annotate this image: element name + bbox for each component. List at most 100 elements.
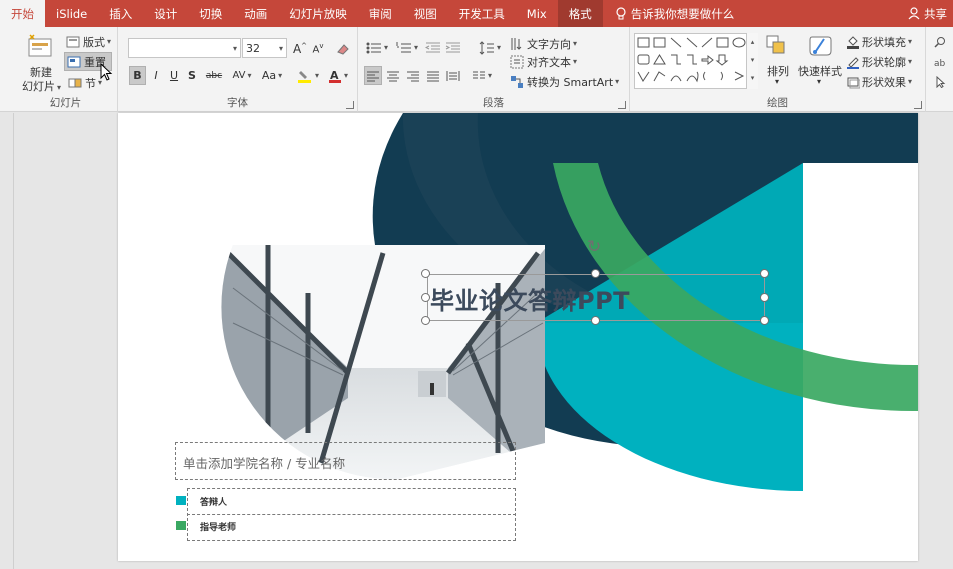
align-right-button[interactable] [404,66,422,85]
select-arrow-icon [936,75,946,88]
text-direction-button[interactable]: 文字方向 ▾ [510,34,582,53]
shapes-gallery[interactable] [634,33,758,89]
font-name-combo[interactable]: ▾ [128,38,241,58]
numbering-icon [396,41,411,52]
tab-transitions[interactable]: 切换 [188,0,233,27]
tab-review[interactable]: 审阅 [358,0,403,27]
presenter-bullet-square [176,496,186,505]
align-left-icon [367,71,379,81]
highlight-button[interactable]: ▾ [294,66,322,85]
new-slide-label-2: 幻灯片 ▾ [22,80,62,93]
shape-fill-button[interactable]: 形状填充 ▾ [846,32,924,51]
mouse-cursor-icon [100,63,113,81]
quick-styles-button[interactable] [806,33,834,64]
tab-view[interactable]: 视图 [403,0,448,27]
align-left-button[interactable] [364,66,382,85]
align-text-button[interactable]: 对齐文本 ▾ [510,52,582,71]
presenter-label[interactable]: 答辩人 [200,495,227,508]
resize-handle-top-left[interactable] [421,269,430,278]
italic-button[interactable]: I [148,66,164,85]
distributed-button[interactable] [444,66,462,85]
font-size-combo[interactable]: 32 ▾ [242,38,287,58]
group-label-slides: 幻灯片 [49,97,82,109]
numbering-button[interactable]: ▾ [394,38,420,57]
align-center-button[interactable] [384,66,402,85]
decrease-indent-icon [425,42,440,52]
drawing-dialog-launcher[interactable] [914,101,922,109]
resize-handle-top-right[interactable] [760,269,769,278]
tab-home[interactable]: 开始 [0,0,45,27]
advisor-label[interactable]: 指导老师 [200,520,236,533]
find-button[interactable] [930,32,950,51]
new-slide-icon [28,34,52,57]
convert-smartart-button[interactable]: 转换为 SmartArt ▾ [510,72,622,91]
slide-canvas[interactable]: 毕业论文答辩PPT ↻ 单击添加学院名称 / 专业名称 答辩人 指导老师 [118,113,918,561]
line-spacing-button[interactable]: ▾ [476,38,504,57]
resize-handle-bottom-left[interactable] [421,316,430,325]
share-button[interactable]: 共享 [908,0,947,27]
tab-design[interactable]: 设计 [143,0,188,27]
tab-mix[interactable]: Mix [516,0,558,27]
resize-handle-bottom[interactable] [591,316,600,325]
slide-subtitle[interactable]: 单击添加学院名称 / 专业名称 [183,453,345,472]
shape-effects-icon [847,77,860,88]
resize-handle-top[interactable] [591,269,600,278]
search-icon [934,36,945,48]
replace-icon: ab [934,59,946,68]
replace-button[interactable]: ab [930,52,950,71]
char-spacing-label: AV [232,70,246,81]
grow-font-button[interactable]: A^ [292,39,308,58]
change-case-button[interactable]: Aa ▾ [258,66,286,85]
bullets-button[interactable]: ▾ [364,38,390,57]
shape-outline-button[interactable]: 形状轮廓 ▾ [846,52,924,71]
underline-button[interactable]: U [166,66,182,85]
arrange-dropdown[interactable]: ▾ [775,77,779,86]
quick-styles-dropdown[interactable]: ▾ [817,77,821,86]
section-label: 节 [85,76,96,90]
shrink-font-button[interactable]: Av [310,39,326,58]
paragraph-dialog-launcher[interactable] [618,101,626,109]
clear-format-button[interactable] [334,39,352,58]
columns-button[interactable]: ▾ [468,66,496,85]
tab-slideshow[interactable]: 幻灯片放映 [278,0,358,27]
person-icon [908,7,920,20]
tab-developer[interactable]: 开发工具 [448,0,516,27]
underline-label: U [169,69,179,82]
advisor-bullet-square [176,521,186,530]
tab-animations[interactable]: 动画 [233,0,278,27]
bold-label: B [133,69,142,82]
shadow-button[interactable]: S [184,66,200,85]
tell-me-box[interactable]: 告诉我你想要做什么 [615,0,735,27]
font-color-button[interactable]: A ▾ [324,66,352,85]
align-text-label: 对齐文本 [527,55,571,69]
tab-islide[interactable]: iSlide [45,0,98,27]
text-direction-icon [511,37,522,50]
char-spacing-button[interactable]: AV ▾ [228,66,256,85]
tell-me-text: 告诉我你想要做什么 [630,6,735,21]
increase-indent-button[interactable] [444,38,462,57]
arrange-button[interactable] [766,35,788,62]
resize-handle-bottom-right[interactable] [760,316,769,325]
font-dialog-launcher[interactable] [346,101,354,109]
shape-effects-button[interactable]: 形状效果 ▾ [846,72,924,91]
layout-button[interactable]: 版式 ▾ [66,32,116,51]
select-button[interactable] [930,72,950,91]
tab-format[interactable]: 格式 [557,0,603,27]
arrange-icon [766,35,785,54]
decrease-indent-button[interactable] [424,38,442,57]
resize-handle-right[interactable] [760,293,769,302]
bold-button[interactable]: B [129,66,146,85]
grow-font-icon: A^ [292,41,308,56]
rotate-handle-icon[interactable]: ↻ [587,237,601,257]
distributed-icon [446,70,460,81]
justify-button[interactable] [424,66,442,85]
new-slide-button[interactable] [26,33,54,64]
shapes-gallery-scroll[interactable]: ▴ ▾ ▾ [746,33,758,89]
italic-label: I [154,69,158,82]
quick-styles-icon [809,36,832,56]
thumbnail-pane-edge[interactable] [0,113,14,569]
slide-title[interactable]: 毕业论文答辩PPT [430,281,630,316]
tab-insert[interactable]: 插入 [98,0,143,27]
resize-handle-left[interactable] [421,293,430,302]
strikethrough-button[interactable]: abc [202,66,226,85]
